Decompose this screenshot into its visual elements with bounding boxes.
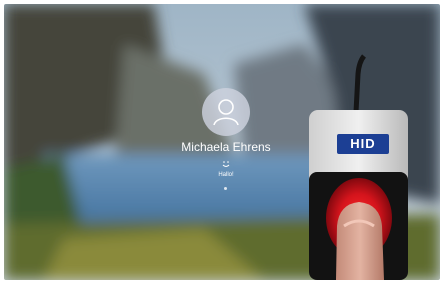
hid-logo: HID	[350, 136, 376, 151]
lock-screen: Michaela Ehrens Hallo! HID	[4, 4, 440, 280]
